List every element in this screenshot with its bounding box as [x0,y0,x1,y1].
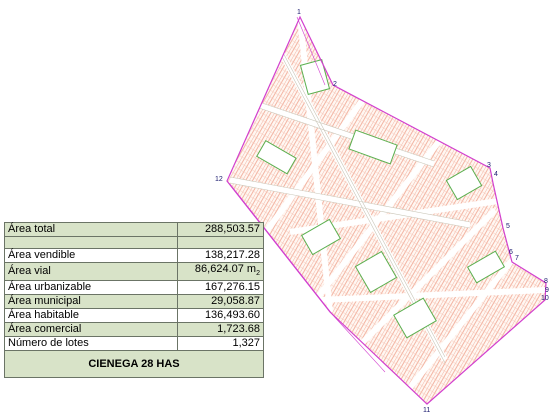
vertex-label: 5 [506,223,510,230]
table-row: Número de lotes 1,327 [4,336,264,352]
vertex-label: 7 [515,255,519,262]
row-value: 86,624.07 m2 [177,261,264,282]
row-value: 167,276.15 [177,280,264,296]
row-label: Área comercial [4,322,178,338]
table-row: Área comercial 1,723.68 [4,322,264,338]
vertex-label: 6 [509,249,513,256]
area-summary-table: Área total 288,503.57 Área vendible 138,… [4,222,264,379]
vertex-label: 2 [333,81,337,88]
row-value: 288,503.57 [177,222,264,237]
table-row-blank [4,236,264,249]
row-label: Área municipal [4,294,178,310]
row-label: Área total [4,222,178,237]
table-row: Área urbanizable 167,276.15 [4,280,264,296]
row-value: 29,058.87 [177,294,264,310]
vertex-label: 3 [487,162,491,169]
vertex-label: 4 [494,171,498,178]
table-row: Área vendible 138,217.28 [4,248,264,263]
table-row: Área habitable 136,493.60 [4,308,264,324]
row-label: Área vendible [4,248,178,263]
table-row: Área total 288,503.57 [4,222,264,237]
row-value: 1,723.68 [177,322,264,338]
row-value: 138,217.28 [177,248,264,263]
vertex-label: 1 [297,9,301,16]
row-value-number: 86,624.07 [194,263,244,275]
row-label: Área urbanizable [4,280,178,296]
row-value: 136,493.60 [177,308,264,324]
row-unit-exponent: 2 [256,270,260,278]
row-label: Área habitable [4,308,178,324]
vertex-label: 12 [215,176,223,183]
vertex-label: 8 [544,278,548,285]
table-row: Área municipal 29,058.87 [4,294,264,310]
table-row: Área vial 86,624.07 m2 [4,261,264,282]
row-value: 1,327 [177,336,264,352]
row-unit: m [246,263,257,275]
table-caption: CIENEGA 28 HAS [4,350,264,379]
row-label: Número de lotes [4,336,178,352]
vertex-label: 10 [541,295,549,302]
table-caption-row: CIENEGA 28 HAS [4,350,264,379]
vertex-label: 9 [545,287,549,294]
row-label: Área vial [4,261,178,282]
vertex-label: 11 [423,407,430,414]
